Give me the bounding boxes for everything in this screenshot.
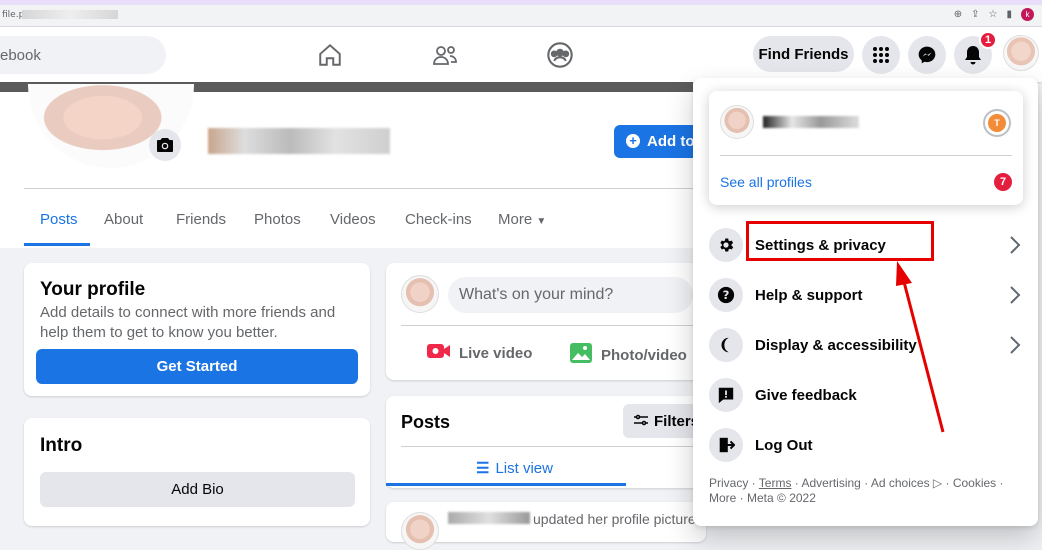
annotation-arrow [896,261,945,433]
